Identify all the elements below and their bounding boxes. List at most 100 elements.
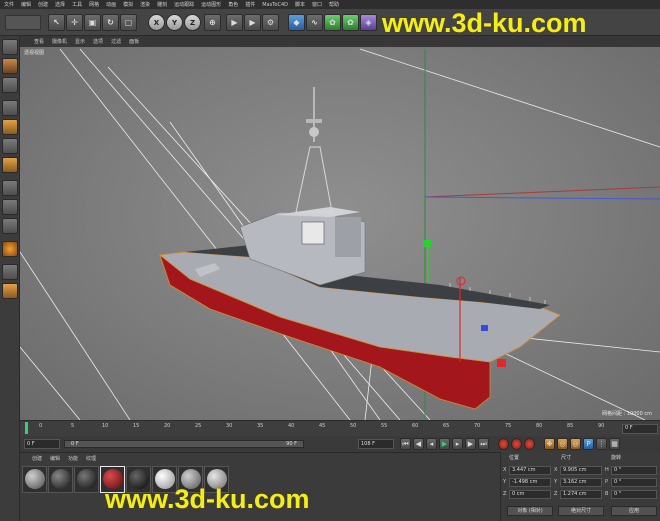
z-axis-lock-button[interactable]: Z — [184, 14, 201, 31]
point-level-icon[interactable]: ⋮ — [596, 438, 607, 450]
viewport-menu-camera[interactable]: 摄像机 — [52, 38, 67, 45]
menu-sculpt[interactable]: 雕刻 — [157, 1, 167, 8]
material-menu-function[interactable]: 功能 — [68, 455, 78, 462]
material-menu-texture[interactable]: 纹理 — [86, 455, 96, 462]
go-to-end-icon[interactable]: ⏭ — [478, 438, 489, 450]
next-key-icon[interactable]: ▶ — [465, 438, 476, 450]
deformer-icon[interactable]: ◈ — [360, 14, 377, 31]
subdivision-icon[interactable]: ✿ — [324, 14, 341, 31]
menu-character[interactable]: 角色 — [228, 1, 238, 8]
pen-spline-icon[interactable]: ∿ — [306, 14, 323, 31]
menu-tools[interactable]: 工具 — [72, 1, 82, 8]
rot-b-field[interactable]: 0 ° — [611, 490, 657, 499]
gizmo-z-handle — [481, 325, 488, 331]
previous-key-icon[interactable]: ◀ — [413, 438, 424, 450]
select-arrow-icon[interactable]: ↖ — [48, 14, 65, 31]
size-z-field[interactable]: 1.274 cm — [560, 490, 602, 499]
autokey-icon[interactable] — [511, 438, 522, 450]
cube-primitive-icon[interactable]: ◆ — [288, 14, 305, 31]
current-frame-field[interactable]: 0 F — [622, 424, 658, 434]
viewport-menu-options[interactable]: 选项 — [93, 38, 103, 45]
quantize-icon[interactable] — [2, 283, 18, 299]
viewport-menu-display[interactable]: 显示 — [75, 38, 85, 45]
y-axis-lock-button[interactable]: Y — [166, 14, 183, 31]
axis-mode-icon[interactable] — [2, 180, 18, 196]
move-icon[interactable]: ✛ — [66, 14, 83, 31]
planar-workplane-icon[interactable] — [2, 264, 18, 280]
start-frame-field[interactable]: 0 F — [24, 439, 60, 449]
end-frame-field[interactable]: 108 F — [358, 439, 394, 449]
pos-x-field[interactable]: 3.447 cm — [509, 466, 551, 475]
material-menu-create[interactable]: 创建 — [32, 455, 42, 462]
lock-workplane-icon[interactable] — [2, 241, 18, 257]
pos-z-field[interactable]: 0 cm — [509, 490, 551, 499]
material-swatch[interactable] — [74, 466, 99, 493]
render-view-icon[interactable]: ▶ — [226, 14, 243, 31]
menu-file[interactable]: 文件 — [4, 1, 14, 8]
parameter-key-icon[interactable]: P — [583, 438, 594, 450]
menu-animate[interactable]: 动画 — [106, 1, 116, 8]
array-icon[interactable]: ✿ — [342, 14, 359, 31]
rot-p-field[interactable]: 0 ° — [611, 478, 657, 487]
menu-mesh[interactable]: 网格 — [89, 1, 99, 8]
coordinate-mode-dropdown[interactable]: 对象 (相对) — [507, 506, 553, 516]
recent-tool-icon[interactable]: ▢ — [120, 14, 137, 31]
menu-window[interactable]: 窗口 — [312, 1, 322, 8]
workplane-icon[interactable] — [2, 77, 18, 93]
menu-mograph[interactable]: 运动图形 — [201, 1, 221, 8]
make-editable-icon[interactable] — [2, 39, 18, 55]
rotation-key-icon[interactable]: ◎ — [570, 438, 581, 450]
coordinate-system-icon[interactable]: ⊕ — [204, 14, 221, 31]
pos-y-field[interactable]: -1.498 cm — [509, 478, 551, 487]
current-frame-marker[interactable] — [25, 422, 28, 434]
play-icon[interactable]: ▶ — [439, 438, 450, 450]
render-picture-viewer-icon[interactable]: ▶ — [244, 14, 261, 31]
timeline-options-icon[interactable]: ▦ — [609, 438, 620, 450]
previous-frame-icon[interactable]: ◂ — [426, 438, 437, 450]
go-to-start-icon[interactable]: ⏮ — [400, 438, 411, 450]
next-frame-icon[interactable]: ▸ — [452, 438, 463, 450]
menu-render[interactable]: 渲染 — [140, 1, 150, 8]
menu-mastoc4d[interactable]: MasToC4D — [262, 2, 288, 8]
viewport-menu-panel[interactable]: 面板 — [129, 38, 139, 45]
apply-button[interactable]: 应用 — [611, 506, 657, 516]
position-key-icon[interactable]: ✥ — [544, 438, 555, 450]
size-y-field[interactable]: 3.162 cm — [560, 478, 602, 487]
menu-edit[interactable]: 编辑 — [21, 1, 31, 8]
material-swatch[interactable] — [22, 466, 47, 493]
material-menu-edit[interactable]: 编辑 — [50, 455, 60, 462]
menu-plugins[interactable]: 插件 — [245, 1, 255, 8]
edges-mode-icon[interactable] — [2, 157, 18, 173]
perspective-viewport[interactable]: 透视视图 网格间距 : 10000 cm — [20, 47, 660, 420]
x-axis-lock-button[interactable]: X — [148, 14, 165, 31]
viewport-menu-view[interactable]: 查看 — [34, 38, 44, 45]
frame-range-slider[interactable]: 0 F 90 F — [64, 440, 304, 448]
texture-mode-icon[interactable] — [2, 58, 18, 74]
pos-y-label: Y — [503, 479, 507, 485]
viewport-menu-filter[interactable]: 过滤 — [111, 38, 121, 45]
model-mode-icon[interactable] — [2, 100, 18, 116]
rotate-icon[interactable]: ↻ — [102, 14, 119, 31]
render-settings-icon[interactable]: ⚙ — [262, 14, 279, 31]
timeline-ruler[interactable]: 0 5 10 15 20 25 30 35 40 45 50 55 60 65 … — [20, 420, 660, 436]
scale-icon[interactable]: ▣ — [84, 14, 101, 31]
scale-key-icon[interactable]: ◎ — [557, 438, 568, 450]
tweak-mode-icon[interactable] — [2, 199, 18, 215]
menu-motion-tracking[interactable]: 运动跟踪 — [174, 1, 194, 8]
tick-90: 90 — [598, 423, 605, 429]
object-mode-icon[interactable] — [2, 119, 18, 135]
size-mode-dropdown[interactable]: 绝对尺寸 — [558, 506, 604, 516]
snap-icon[interactable] — [2, 218, 18, 234]
layout-selector[interactable] — [5, 15, 41, 30]
points-mode-icon[interactable] — [2, 138, 18, 154]
menu-create[interactable]: 创建 — [38, 1, 48, 8]
size-x-field[interactable]: 9.905 cm — [560, 466, 602, 475]
menu-simulate[interactable]: 模拟 — [123, 1, 133, 8]
menu-script[interactable]: 脚本 — [295, 1, 305, 8]
rot-h-field[interactable]: 0 ° — [611, 466, 657, 475]
menu-help[interactable]: 帮助 — [329, 1, 339, 8]
material-swatch[interactable] — [48, 466, 73, 493]
record-active-objects-icon[interactable] — [498, 438, 509, 450]
menu-select[interactable]: 选择 — [55, 1, 65, 8]
keyframe-selection-icon[interactable] — [524, 438, 535, 450]
